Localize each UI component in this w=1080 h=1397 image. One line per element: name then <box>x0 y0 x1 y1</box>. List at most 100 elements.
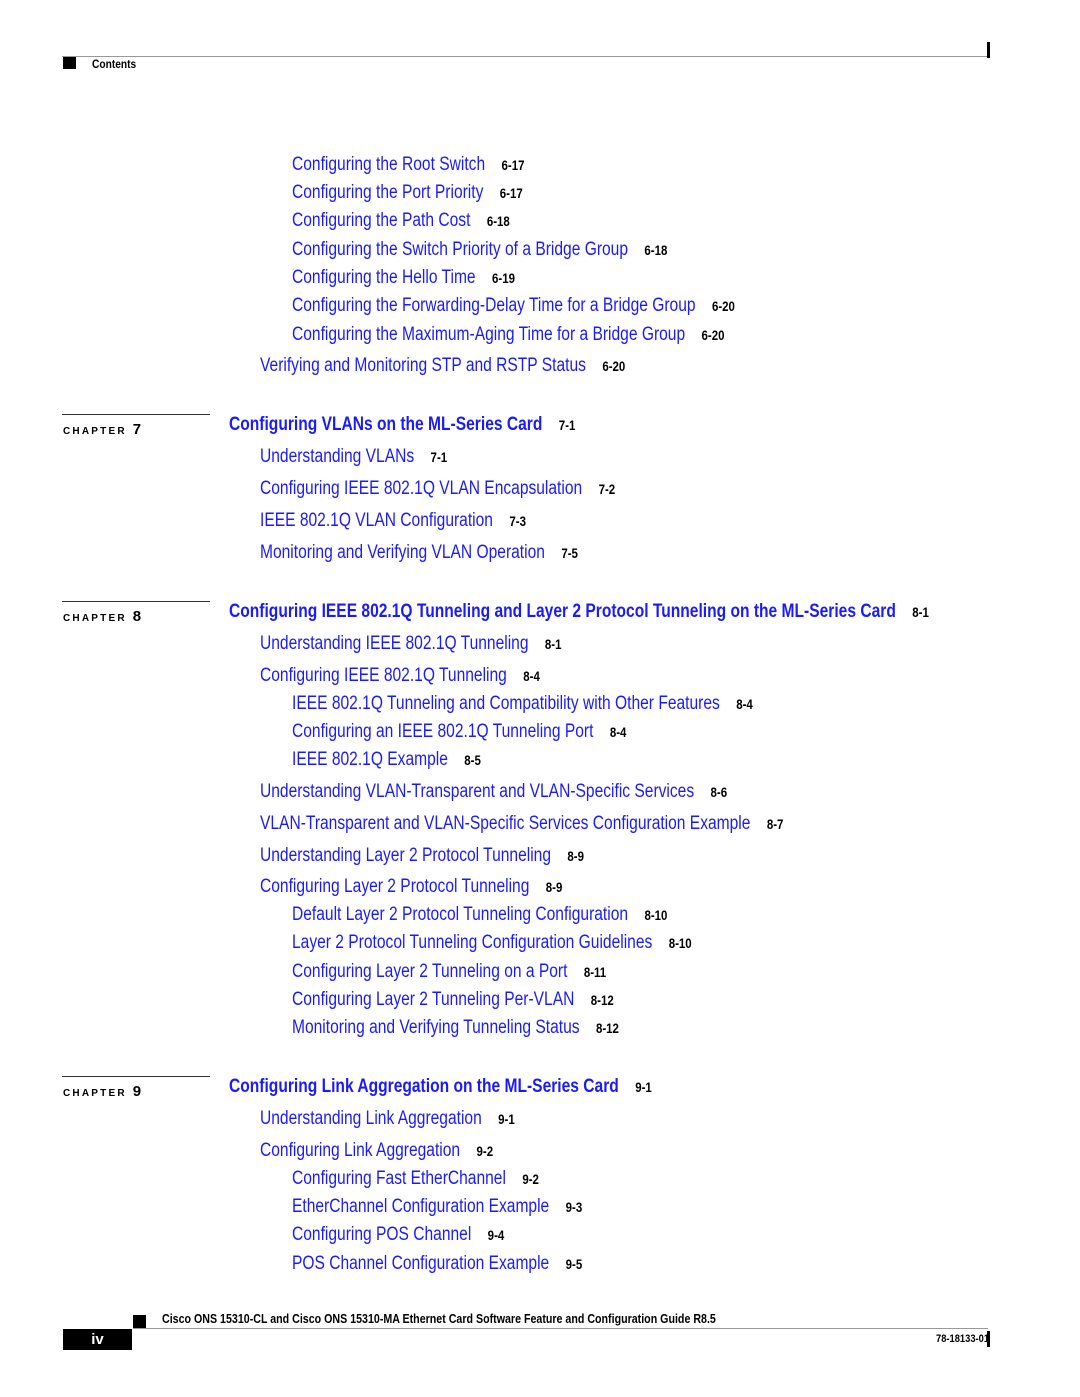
toc-entry-page: 6-19 <box>491 270 515 286</box>
chapter-page: 7-1 <box>558 417 576 433</box>
toc-entry-page: 8-6 <box>710 784 728 800</box>
toc-entry-title: Configuring the Switch Priority of a Bri… <box>292 239 629 260</box>
toc-entry[interactable]: Configuring the Maximum-Aging Time for a… <box>292 324 725 346</box>
toc-entry[interactable]: Monitoring and Verifying Tunneling Statu… <box>292 1017 619 1039</box>
toc-entry[interactable]: IEEE 802.1Q Tunneling and Compatibility … <box>292 693 753 715</box>
toc-entry[interactable]: Configuring the Port Priority 6-17 <box>292 182 523 204</box>
toc-entry-page: 6-20 <box>711 298 735 314</box>
toc-entry[interactable]: IEEE 802.1Q Example 8-5 <box>292 749 481 771</box>
toc-entry[interactable]: Configuring IEEE 802.1Q Tunneling 8-4 <box>260 665 540 687</box>
toc-entry-page: 9-2 <box>476 1143 494 1159</box>
toc-entry-title: IEEE 802.1Q VLAN Configuration <box>260 510 493 531</box>
toc-entry-page: 6-18 <box>644 242 668 258</box>
toc-entry-title: Configuring Fast EtherChannel <box>292 1168 506 1189</box>
toc-entry-page: 6-17 <box>501 157 525 173</box>
toc-entry-page: 8-4 <box>523 668 540 684</box>
toc-entry[interactable]: Configuring the Hello Time 6-19 <box>292 267 515 289</box>
toc-entry-title: Configuring Layer 2 Tunneling Per-VLAN <box>292 989 575 1010</box>
toc-entry-title: Default Layer 2 Protocol Tunneling Confi… <box>292 904 629 925</box>
header-edge-bar <box>987 42 990 58</box>
toc-entry-title: Configuring the Hello Time <box>292 267 476 288</box>
footer-rule <box>133 1328 988 1329</box>
toc-entry-page: 9-5 <box>565 1256 583 1272</box>
toc-entry-title: IEEE 802.1Q Example <box>292 749 448 770</box>
chapter-label: CHAPTER 7 <box>63 421 142 438</box>
toc-entry[interactable]: Understanding Link Aggregation 9-1 <box>260 1108 515 1130</box>
toc-entry-title: VLAN-Transparent and VLAN-Specific Servi… <box>260 813 751 834</box>
toc-entry-page: 8-11 <box>583 964 607 980</box>
toc-entry[interactable]: Configuring the Root Switch 6-17 <box>292 154 525 176</box>
toc-entry-page: 8-7 <box>766 816 784 832</box>
toc-entry[interactable]: Default Layer 2 Protocol Tunneling Confi… <box>292 904 667 926</box>
chapter-rule <box>62 601 210 602</box>
toc-entry-page: 7-1 <box>430 449 448 465</box>
toc-entry-page: 8-9 <box>567 848 585 864</box>
chapter-title-link[interactable]: Configuring VLANs on the ML-Series Card 7… <box>229 414 575 436</box>
toc-entry-page: 6-20 <box>602 358 626 374</box>
toc-entry[interactable]: Configuring POS Channel 9-4 <box>292 1224 504 1246</box>
toc-entry-page: 9-2 <box>522 1171 539 1187</box>
toc-entry[interactable]: Understanding VLAN-Transparent and VLAN-… <box>260 781 727 803</box>
toc-entry[interactable]: Verifying and Monitoring STP and RSTP St… <box>260 355 625 377</box>
toc-entry[interactable]: POS Channel Configuration Example 9-5 <box>292 1253 582 1275</box>
toc-entry-page: 8-12 <box>590 992 614 1008</box>
toc-entry[interactable]: Understanding VLANs 7-1 <box>260 446 447 468</box>
toc-entry-title: EtherChannel Configuration Example <box>292 1196 550 1217</box>
toc-entry-title: Configuring IEEE 802.1Q VLAN Encapsulati… <box>260 478 583 499</box>
toc-entry-page: 8-9 <box>545 879 563 895</box>
toc-entry[interactable]: Understanding IEEE 802.1Q Tunneling 8-1 <box>260 633 562 655</box>
toc-entry[interactable]: Configuring the Path Cost 6-18 <box>292 210 510 232</box>
toc-entry[interactable]: Configuring Layer 2 Tunneling on a Port 8… <box>292 961 606 983</box>
header-marker-square <box>63 57 76 69</box>
toc-entry-page: 8-5 <box>464 752 481 768</box>
toc-entry-title: Configuring the Port Priority <box>292 182 484 203</box>
chapter-number: 9 <box>132 1083 142 1100</box>
footer-edge-bar <box>987 1331 990 1347</box>
toc-entry-page: 8-10 <box>668 935 692 951</box>
chapter-label: CHAPTER 9 <box>63 1083 142 1100</box>
toc-entry[interactable]: Configuring Layer 2 Protocol Tunneling 8-… <box>260 876 562 898</box>
toc-entry-page: 6-17 <box>499 185 523 201</box>
toc-entry-title: Configuring POS Channel <box>292 1224 472 1245</box>
chapter-rule <box>62 1076 210 1077</box>
toc-entry-page: 7-5 <box>561 545 578 561</box>
toc-entry-page: 6-18 <box>486 213 510 229</box>
toc-entry-page: 8-1 <box>544 636 562 652</box>
toc-entry-title: Configuring Layer 2 Tunneling on a Port <box>292 961 568 982</box>
toc-entry[interactable]: Configuring IEEE 802.1Q VLAN Encapsulati… <box>260 478 615 500</box>
toc-entry[interactable]: Configuring Link Aggregation 9-2 <box>260 1140 493 1162</box>
toc-entry[interactable]: Configuring the Switch Priority of a Bri… <box>292 239 667 261</box>
toc-entry[interactable]: Configuring the Forwarding-Delay Time fo… <box>292 295 735 317</box>
footer-guide-title: Cisco ONS 15310-CL and Cisco ONS 15310-M… <box>162 1311 716 1326</box>
chapter-number: 8 <box>132 608 142 625</box>
toc-entry[interactable]: Configuring an IEEE 802.1Q Tunneling Por… <box>292 721 626 743</box>
toc-entry[interactable]: IEEE 802.1Q VLAN Configuration 7-3 <box>260 510 526 532</box>
toc-entry-title: Monitoring and Verifying Tunneling Statu… <box>292 1017 580 1038</box>
toc-entry-page: 8-4 <box>609 724 627 740</box>
toc-entry-title: Configuring the Forwarding-Delay Time fo… <box>292 295 696 316</box>
toc-entry[interactable]: EtherChannel Configuration Example 9-3 <box>292 1196 582 1218</box>
footer-doc-number: 78-18133-01 <box>936 1333 990 1345</box>
toc-entry[interactable]: Configuring Layer 2 Tunneling Per-VLAN 8-… <box>292 989 614 1011</box>
chapter-title-link[interactable]: Configuring Link Aggregation on the ML-S… <box>229 1076 652 1098</box>
toc-entry-title: Understanding Layer 2 Protocol Tunneling <box>260 845 552 866</box>
toc-entry-title: Understanding VLANs <box>260 446 415 467</box>
chapter-title: Configuring VLANs on the ML-Series Card <box>229 414 543 435</box>
toc-entry[interactable]: Monitoring and Verifying VLAN Operation 7… <box>260 542 578 564</box>
toc-entry[interactable]: Understanding Layer 2 Protocol Tunneling… <box>260 845 584 867</box>
chapter-page: 9-1 <box>635 1079 652 1095</box>
chapter-label: CHAPTER 8 <box>63 608 142 625</box>
chapter-title: Configuring IEEE 802.1Q Tunneling and La… <box>229 601 896 622</box>
toc-entry-title: Configuring the Root Switch <box>292 154 486 175</box>
toc-entry-title: Understanding Link Aggregation <box>260 1108 482 1129</box>
toc-entry-title: Understanding VLAN-Transparent and VLAN-… <box>260 781 695 802</box>
toc-entry-title: Verifying and Monitoring STP and RSTP St… <box>260 355 586 376</box>
toc-entry[interactable]: VLAN-Transparent and VLAN-Specific Servi… <box>260 813 783 835</box>
toc-entry-title: Monitoring and Verifying VLAN Operation <box>260 542 545 563</box>
chapter-title-link[interactable]: Configuring IEEE 802.1Q Tunneling and La… <box>229 601 929 623</box>
toc-entry[interactable]: Layer 2 Protocol Tunneling Configuration… <box>292 932 692 954</box>
toc-entry[interactable]: Configuring Fast EtherChannel 9-2 <box>292 1168 539 1190</box>
toc-entry-page: 6-20 <box>701 327 725 343</box>
toc-entry-title: Configuring IEEE 802.1Q Tunneling <box>260 665 507 686</box>
chapter-title: Configuring Link Aggregation on the ML-S… <box>229 1076 619 1097</box>
